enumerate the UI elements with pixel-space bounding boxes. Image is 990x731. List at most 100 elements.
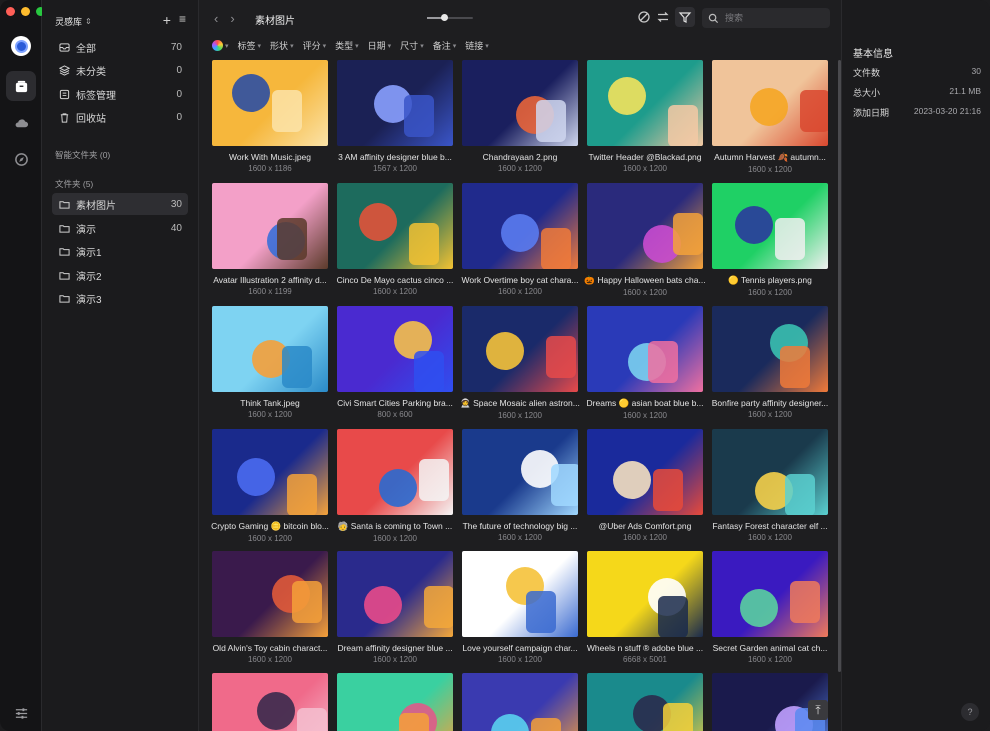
minimize-window-button[interactable] <box>21 7 30 16</box>
filter-icon[interactable] <box>675 7 695 27</box>
folder-item[interactable]: 演示 40 <box>52 217 188 239</box>
asset-card[interactable]: 🎃 Happy Halloween bats cha... 1600 x 1200 <box>584 183 706 297</box>
asset-card[interactable]: 3 AM affinity designer blue b... 1567 x 1… <box>337 60 453 173</box>
filter-link[interactable]: 链接 ▾ <box>465 39 489 52</box>
rail-settings-button[interactable] <box>6 698 36 728</box>
filter-type[interactable]: 类型 ▾ <box>335 39 359 52</box>
asset-thumbnail[interactable] <box>212 673 328 731</box>
help-button[interactable]: ? <box>961 703 979 721</box>
asset-card[interactable]: Civi Smart Cities Parking bra... 800 x 60… <box>337 306 453 419</box>
smart-folders-heading[interactable]: 智能文件夹 (0) <box>55 149 110 161</box>
asset-thumbnail[interactable] <box>712 183 828 269</box>
filter-rating[interactable]: 评分 ▾ <box>303 39 327 52</box>
asset-thumbnail[interactable] <box>337 673 453 731</box>
asset-card[interactable]: 🧑‍🚀 Space Mosaic alien astron... 1600 x 1… <box>460 306 580 420</box>
no-filter-icon[interactable] <box>637 10 651 24</box>
rail-cloud-button[interactable] <box>6 108 36 138</box>
asset-thumbnail[interactable] <box>587 673 703 731</box>
sidebar-item-all[interactable]: 全部 70 <box>52 36 188 58</box>
asset-card[interactable]: Avatar Illustration 2 affinity d... 1600 … <box>212 183 328 296</box>
asset-thumbnail[interactable] <box>587 60 703 146</box>
search-input[interactable] <box>725 13 815 23</box>
zoom-slider[interactable] <box>427 14 473 21</box>
asset-card[interactable]: @Uber Ads Comfort.png 1600 x 1200 <box>587 429 703 542</box>
asset-thumbnail[interactable] <box>712 306 828 392</box>
folders-heading[interactable]: 文件夹 (5) <box>55 178 93 190</box>
plus-icon[interactable]: + <box>163 12 171 28</box>
asset-thumbnail[interactable] <box>587 306 703 392</box>
asset-thumbnail[interactable] <box>212 551 328 637</box>
asset-card[interactable] <box>212 673 328 731</box>
asset-card[interactable] <box>337 673 453 731</box>
asset-card[interactable]: Old Alvin's Toy cabin charact... 1600 x 1… <box>212 551 328 664</box>
asset-card[interactable]: Cinco De Mayo cactus cinco ... 1600 x 120… <box>337 183 453 296</box>
asset-card[interactable]: The future of technology big ... 1600 x 1… <box>462 429 578 542</box>
asset-thumbnail[interactable] <box>462 60 578 146</box>
close-window-button[interactable] <box>6 7 15 16</box>
zoom-slider-knob[interactable] <box>441 14 448 21</box>
asset-dimensions: 1600 x 1200 <box>372 534 418 543</box>
asset-card[interactable]: Dream affinity designer blue ... 1600 x 1… <box>337 551 453 664</box>
asset-thumbnail[interactable] <box>712 551 828 637</box>
asset-card[interactable]: Autumn Harvest 🍂 autumn... 1600 x 1200 <box>712 60 828 174</box>
asset-thumbnail[interactable] <box>337 183 453 269</box>
asset-thumbnail[interactable] <box>212 306 328 392</box>
asset-thumbnail[interactable] <box>212 183 328 269</box>
back-arrow-icon[interactable]: ‹ <box>214 11 218 26</box>
asset-thumbnail[interactable] <box>337 60 453 146</box>
asset-thumbnail[interactable] <box>462 551 578 637</box>
asset-thumbnail[interactable] <box>587 183 703 269</box>
asset-card[interactable]: Bonfire party affinity designer... 1600 x… <box>712 306 828 419</box>
scroll-to-top-button[interactable]: ⤒ <box>808 700 828 720</box>
asset-thumbnail[interactable] <box>212 429 328 515</box>
asset-card[interactable]: Chandrayaan 2.png 1600 x 1200 <box>462 60 578 173</box>
asset-thumbnail[interactable] <box>337 551 453 637</box>
filter-tags[interactable]: 标签 ▾ <box>238 39 262 52</box>
app-logo[interactable] <box>6 31 36 61</box>
asset-card[interactable]: Wheels n stuff ® adobe blue ... 6668 x 50… <box>587 551 703 664</box>
asset-card[interactable]: Twitter Header @Blackad.png 1600 x 1200 <box>587 60 703 173</box>
rail-explore-button[interactable] <box>6 144 36 174</box>
sidebar-item-trash[interactable]: 回收站 0 <box>52 106 188 128</box>
asset-thumbnail[interactable] <box>462 306 578 392</box>
asset-card[interactable]: Think Tank.jpeg 1600 x 1200 <box>212 306 328 419</box>
filter-size[interactable]: 尺寸 ▾ <box>400 39 424 52</box>
forward-arrow-icon[interactable]: › <box>230 11 234 26</box>
sort-icon[interactable] <box>656 10 670 24</box>
asset-thumbnail[interactable] <box>337 306 453 392</box>
sidebar-item-uncategorized[interactable]: 未分类 0 <box>52 59 188 81</box>
asset-card[interactable]: Fantasy Forest character elf ... 1600 x 1… <box>712 429 828 542</box>
asset-thumbnail[interactable] <box>212 60 328 146</box>
asset-thumbnail[interactable] <box>712 60 828 146</box>
folder-item[interactable]: 演示1 <box>52 240 188 262</box>
filter-notes[interactable]: 备注 ▾ <box>433 39 457 52</box>
asset-thumbnail[interactable] <box>462 429 578 515</box>
asset-thumbnail[interactable] <box>712 429 828 515</box>
asset-card[interactable]: 🟡 Tennis players.png 1600 x 1200 <box>712 183 828 297</box>
asset-card[interactable]: Secret Garden animal cat ch... 1600 x 120… <box>712 551 828 664</box>
menu-icon[interactable]: ≡ <box>179 12 186 28</box>
asset-card[interactable]: Work With Music.jpeg 1600 x 1186 <box>212 60 328 173</box>
asset-card[interactable] <box>462 673 578 731</box>
asset-card[interactable]: Work Overtime boy cat chara... 1600 x 120… <box>462 183 579 296</box>
asset-card[interactable]: Love yourself campaign char... 1600 x 120… <box>462 551 578 664</box>
rail-library-button[interactable] <box>6 71 36 101</box>
asset-thumbnail[interactable] <box>337 429 453 515</box>
sidebar-item-tags[interactable]: 标签管理 0 <box>52 83 188 105</box>
filter-color[interactable]: ▾ <box>212 40 229 51</box>
library-switcher[interactable]: 灵感库 ⇕ <box>55 15 92 28</box>
folder-item[interactable]: 演示3 <box>52 287 188 309</box>
search-box[interactable] <box>702 8 830 28</box>
asset-card[interactable]: Crypto Gaming 🪙 bitcoin blo... 1600 x 120… <box>211 429 329 543</box>
asset-card[interactable]: Dreams 🟡 asian boat blue b... 1600 x 1200 <box>587 306 703 420</box>
filter-date[interactable]: 日期 ▾ <box>368 39 392 52</box>
asset-thumbnail[interactable] <box>462 673 578 731</box>
folder-item[interactable]: 素材图片 30 <box>52 193 188 215</box>
asset-thumbnail[interactable] <box>587 551 703 637</box>
asset-card[interactable]: 🧓 Santa is coming to Town ... 1600 x 1200 <box>337 429 453 543</box>
asset-thumbnail[interactable] <box>587 429 703 515</box>
folder-item[interactable]: 演示2 <box>52 264 188 286</box>
asset-thumbnail[interactable] <box>462 183 578 269</box>
filter-shape[interactable]: 形状 ▾ <box>270 39 294 52</box>
asset-card[interactable] <box>587 673 703 731</box>
